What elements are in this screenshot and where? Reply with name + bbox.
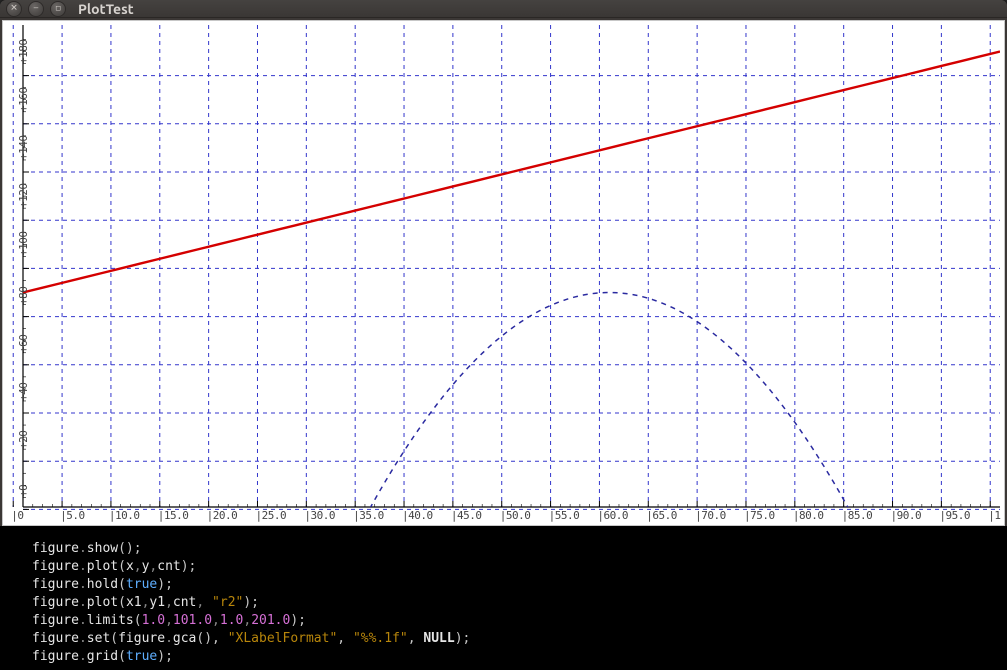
plot-area[interactable]: |0 |5.0 |10.0 |15.0 |20.0 |25.0 |30.0 |35.0 |40.…	[2, 20, 1005, 526]
x-tick-label: |70.0	[695, 509, 726, 522]
x-tick-label: |85.0	[842, 509, 873, 522]
code-line: figure.plot(x1,y1,cnt, "r2");	[32, 594, 997, 612]
x-tick-label: |40.0	[402, 509, 433, 522]
x-tick-label: |45.0	[451, 509, 482, 522]
titlebar[interactable]: ✕ – ▫ PlotTest	[0, 0, 1007, 18]
y-tick-label: +0	[17, 485, 30, 497]
x-tick-label: |50.0	[500, 509, 531, 522]
code-line: figure.set(figure.gca(), "XLabelFormat",…	[32, 630, 997, 648]
x-tick-label: |25.0	[255, 509, 286, 522]
y-tick-label: +120	[17, 184, 30, 209]
app-window: ✕ – ▫ PlotTest |0 |5.0 |10.0 |15.0 |20.0 |25.…	[0, 0, 1007, 670]
close-button[interactable]: ✕	[6, 1, 22, 17]
x-tick-label: |5.0	[60, 509, 85, 522]
x-tick-label: |15.0	[158, 509, 189, 522]
x-tick-label: |55.0	[549, 509, 580, 522]
y-tick-label: +20	[17, 431, 30, 449]
y-tick-label: +180	[17, 39, 30, 64]
window-buttons: ✕ – ▫	[6, 1, 66, 17]
maximize-icon: ▫	[55, 4, 61, 13]
maximize-button[interactable]: ▫	[50, 1, 66, 17]
x-tick-label: |20.0	[207, 509, 238, 522]
code-line: figure.show();	[32, 540, 997, 558]
y-tick-label: +160	[17, 87, 30, 112]
x-tick-label: |60.0	[597, 509, 628, 522]
x-tick-label: |0	[11, 509, 23, 522]
y-tick-label: +40	[17, 383, 30, 401]
window-title: PlotTest	[78, 1, 134, 17]
x-tick-label: |80.0	[793, 509, 824, 522]
minimize-button[interactable]: –	[28, 1, 44, 17]
code-line: figure.plot(x,y,cnt);	[32, 558, 997, 576]
x-tick-label: |30.0	[304, 509, 335, 522]
y-tick-label: +100	[17, 232, 30, 257]
x-tick-label: |10.0	[109, 509, 140, 522]
x-tick-label: |75.0	[744, 509, 775, 522]
y-tick-label: +140	[17, 136, 30, 161]
close-icon: ✕	[10, 4, 18, 13]
code-snippet: figure.show(); figure.plot(x,y,cnt); fig…	[0, 526, 1007, 670]
x-tick-label: |90.0	[891, 509, 922, 522]
code-line: figure.hold(true);	[32, 576, 997, 594]
y-tick-label: +60	[17, 334, 30, 352]
code-line: figure.grid(true);	[32, 648, 997, 666]
plot-canvas	[3, 21, 1004, 525]
x-tick-label: |35.0	[353, 509, 384, 522]
x-tick-label: |65.0	[646, 509, 677, 522]
x-tick-label: |95.0	[939, 509, 970, 522]
minimize-icon: –	[34, 4, 38, 13]
x-tick-label: |1	[988, 509, 1000, 522]
y-tick-label: +80	[17, 286, 30, 304]
code-line: figure.limits(1.0,101.0,1.0,201.0);	[32, 612, 997, 630]
